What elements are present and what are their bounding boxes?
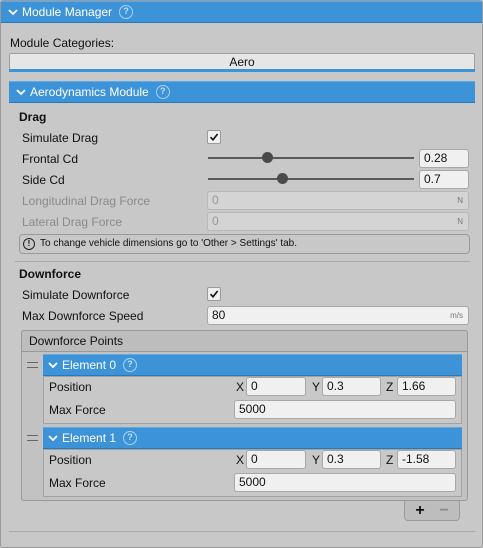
element-1-y-input[interactable]: 0.3	[322, 450, 381, 469]
max-downforce-speed-value: 80	[212, 308, 226, 322]
aerodynamics-module-header[interactable]: Aerodynamics Module ?	[9, 81, 475, 103]
element-0-title: Element 0	[62, 358, 117, 372]
info-icon: !	[23, 238, 35, 250]
drag-section-title: Drag	[19, 110, 47, 124]
element-1-header[interactable]: Element 1 ?	[43, 427, 462, 449]
element-0-max-force-label: Max Force	[49, 403, 106, 417]
drag-handle-icon[interactable]	[27, 362, 38, 368]
bottom-divider	[9, 531, 475, 532]
help-icon[interactable]: ?	[123, 358, 138, 372]
element-1-position-label: Position	[49, 453, 92, 467]
simulate-drag-checkbox[interactable]	[207, 130, 221, 144]
dimensions-info-box: ! To change vehicle dimensions go to 'Ot…	[19, 234, 470, 254]
element-1-x-input[interactable]: 0	[246, 450, 306, 469]
aerodynamics-module-title: Aerodynamics Module	[30, 85, 149, 99]
module-manager-panel: Module Manager ? Module Categories: Aero…	[0, 0, 483, 548]
max-downforce-speed-unit: m/s	[450, 311, 463, 320]
simulate-downforce-checkbox[interactable]	[207, 287, 221, 301]
longitudinal-drag-force-value: 0	[212, 193, 219, 207]
category-selected-indicator	[9, 69, 475, 72]
element-0-max-force-input[interactable]: 5000	[234, 400, 456, 419]
max-downforce-speed-input[interactable]: 80 m/s	[207, 306, 469, 325]
chevron-down-icon	[48, 362, 58, 369]
chevron-down-icon	[48, 435, 58, 442]
checkmark-icon	[209, 290, 219, 299]
drag-handle-icon[interactable]	[27, 435, 38, 441]
help-icon[interactable]: ?	[155, 85, 170, 99]
module-manager-title: Module Manager	[22, 5, 113, 19]
lateral-drag-force-unit: N	[457, 217, 463, 226]
side-cd-slider-track[interactable]	[208, 178, 414, 180]
frontal-cd-slider-thumb[interactable]	[262, 152, 274, 163]
side-cd-input[interactable]: 0.7	[419, 170, 469, 189]
dimensions-info-text: To change vehicle dimensions go to 'Othe…	[40, 238, 298, 249]
element-1-z-label: Z	[386, 453, 394, 467]
longitudinal-drag-force-label: Longitudinal Drag Force	[22, 194, 151, 208]
add-element-button[interactable]: +	[408, 501, 432, 521]
checkmark-icon	[209, 133, 219, 142]
side-cd-label: Side Cd	[22, 173, 65, 187]
element-0-x-input[interactable]: 0	[246, 377, 306, 396]
lateral-drag-force-field: 0 N	[207, 212, 469, 231]
frontal-cd-slider-track[interactable]	[208, 157, 414, 159]
chevron-down-icon	[8, 9, 18, 16]
element-0-z-label: Z	[386, 380, 394, 394]
frontal-cd-input[interactable]: 0.28	[419, 149, 469, 168]
element-0-header[interactable]: Element 0 ?	[43, 354, 462, 376]
longitudinal-drag-force-unit: N	[457, 196, 463, 205]
module-manager-header[interactable]: Module Manager ?	[1, 1, 482, 23]
element-1-title: Element 1	[62, 431, 117, 445]
element-0-y-input[interactable]: 0.3	[322, 377, 381, 396]
element-0-x-label: X	[236, 380, 245, 394]
frontal-cd-label: Frontal Cd	[22, 152, 79, 166]
element-0-position-label: Position	[49, 380, 92, 394]
element-1-z-input[interactable]: -1.58	[397, 450, 456, 469]
list-footer-buttons: + −	[404, 501, 460, 521]
lateral-drag-force-label: Lateral Drag Force	[22, 215, 123, 229]
chevron-down-icon	[16, 89, 26, 96]
section-divider	[15, 261, 470, 262]
element-0-y-label: Y	[312, 380, 321, 394]
simulate-drag-label: Simulate Drag	[22, 131, 99, 145]
max-downforce-speed-label: Max Downforce Speed	[22, 309, 144, 323]
element-1-x-label: X	[236, 453, 245, 467]
downforce-points-header: Downforce Points	[21, 330, 468, 352]
remove-element-button[interactable]: −	[432, 501, 456, 521]
lateral-drag-force-value: 0	[212, 214, 219, 228]
simulate-downforce-label: Simulate Downforce	[22, 288, 130, 302]
downforce-section-title: Downforce	[19, 267, 82, 281]
element-0-z-input[interactable]: 1.66	[397, 377, 456, 396]
help-icon[interactable]: ?	[119, 5, 134, 19]
longitudinal-drag-force-field: 0 N	[207, 191, 469, 210]
side-cd-slider-thumb[interactable]	[276, 173, 288, 184]
element-1-max-force-input[interactable]: 5000	[234, 473, 456, 492]
element-1-max-force-label: Max Force	[49, 476, 106, 490]
module-categories-label: Module Categories:	[10, 36, 115, 50]
help-icon[interactable]: ?	[123, 431, 138, 445]
element-1-y-label: Y	[312, 453, 321, 467]
